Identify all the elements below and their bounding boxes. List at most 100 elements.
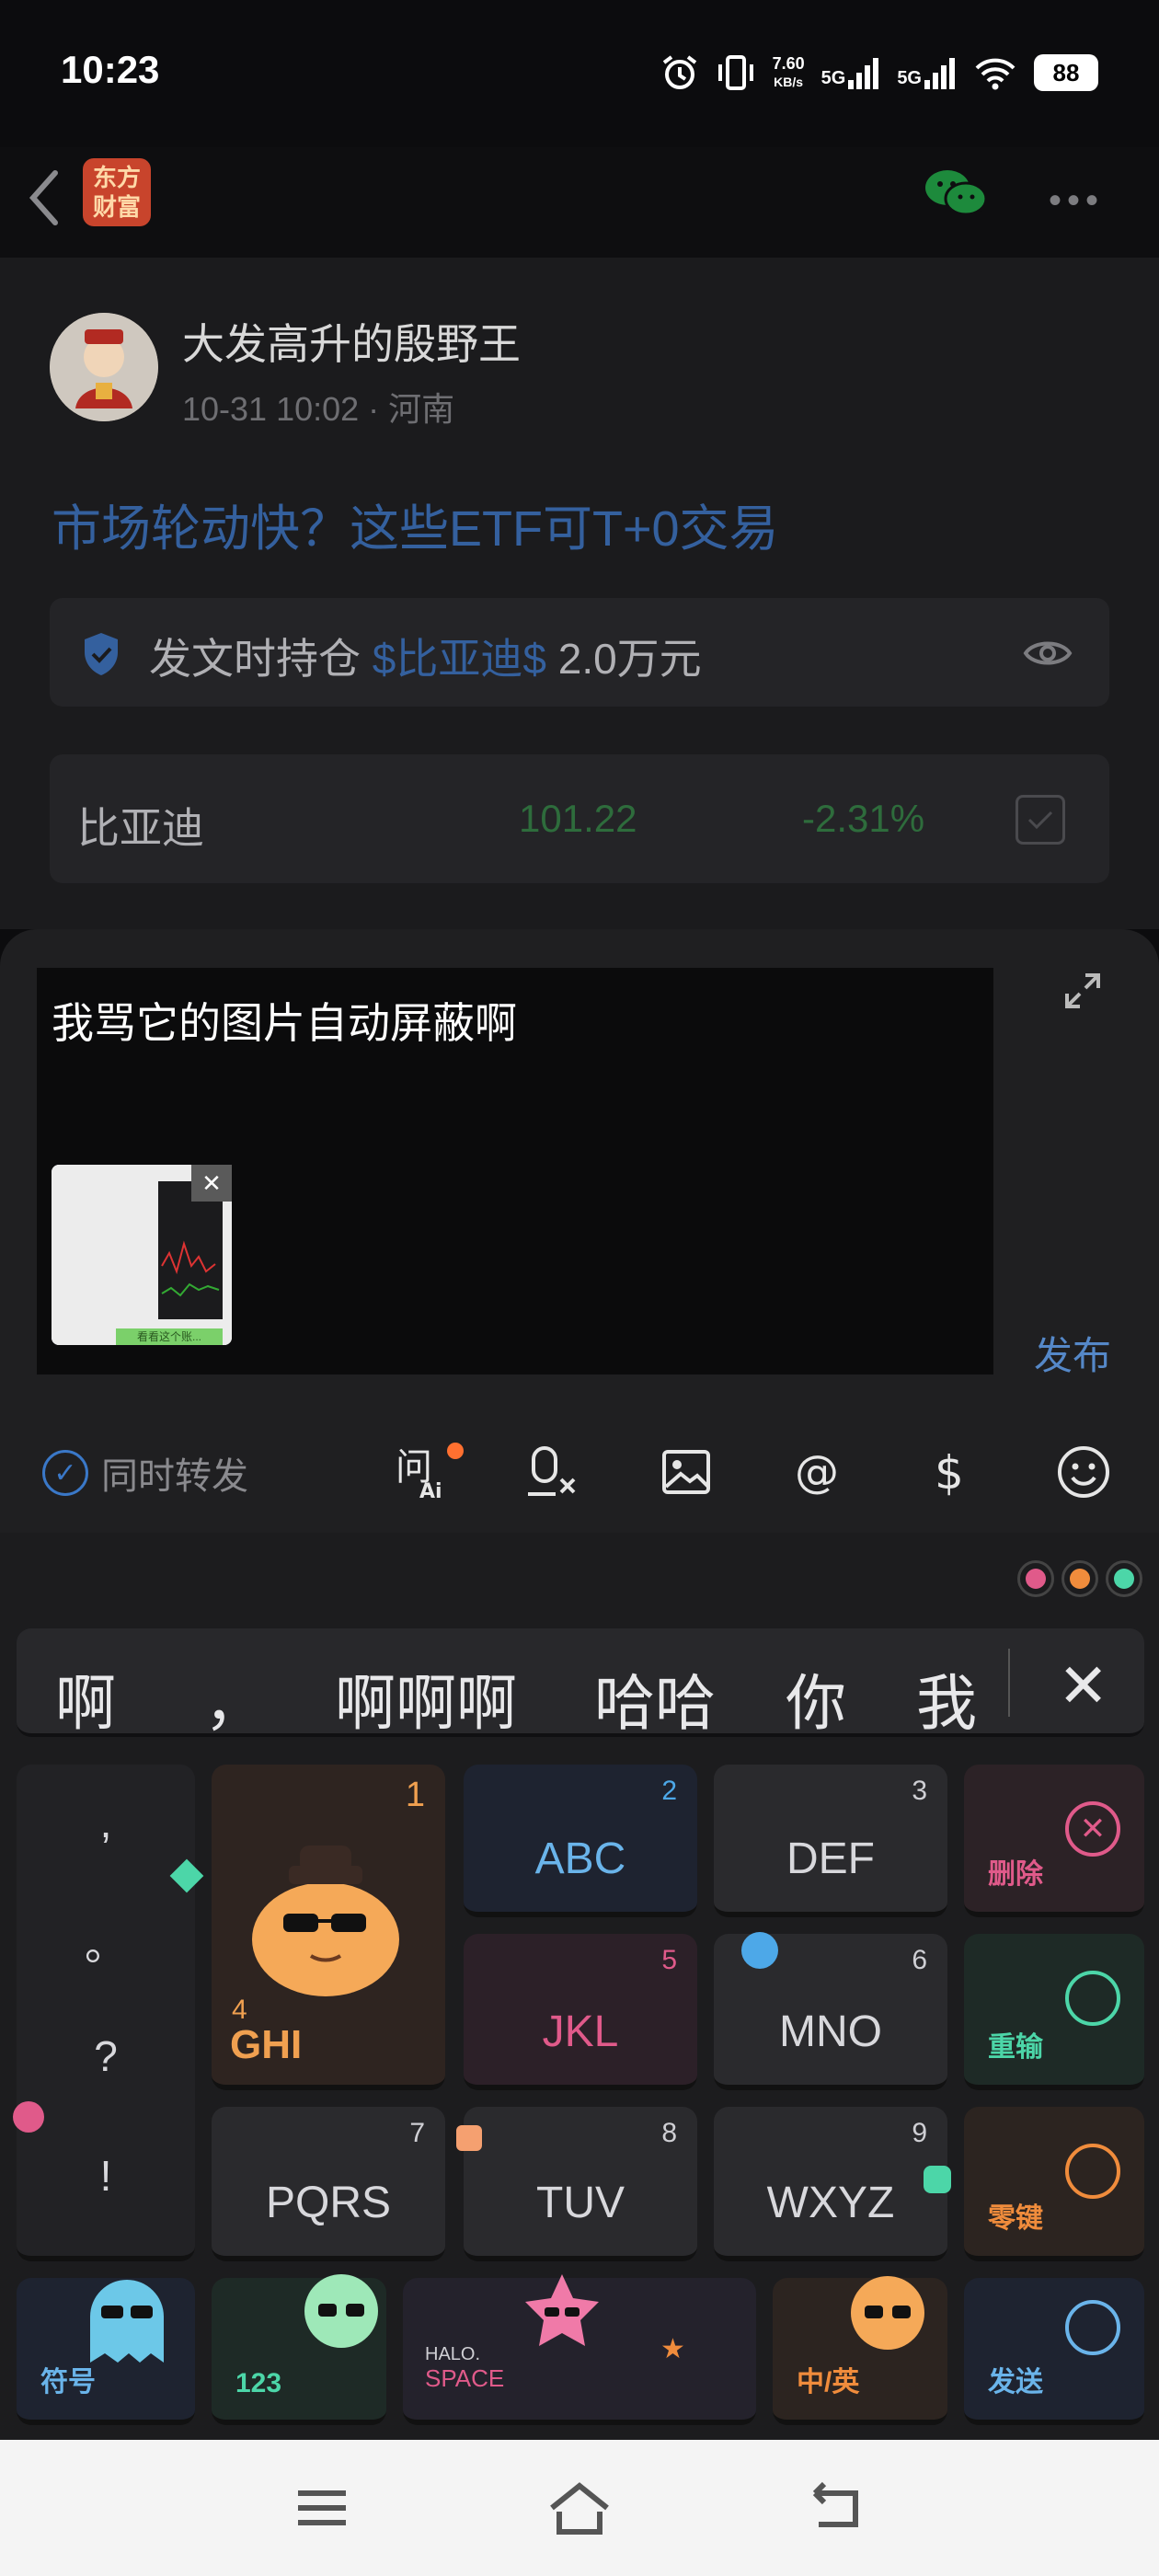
holding-text: 发文时持仓 $比亚迪$ 2.0万元	[149, 626, 702, 686]
holding-stock-link[interactable]: $比亚迪$	[373, 635, 546, 683]
menu-icon[interactable]	[285, 2475, 359, 2541]
candidate-word[interactable]: 啊	[55, 1654, 116, 1742]
delete-label: 删除	[988, 1859, 1043, 1890]
send-key[interactable]: 发送	[964, 2278, 1144, 2425]
vibrate-icon	[717, 55, 753, 90]
forward-label: 同时转发	[101, 1456, 248, 1497]
candidate-word[interactable]: 哈哈	[594, 1654, 716, 1742]
alarm-icon	[662, 55, 696, 89]
remove-image-button[interactable]: ✕	[191, 1165, 232, 1202]
wechat-share-icon[interactable]	[924, 167, 988, 219]
avatar[interactable]	[50, 313, 158, 421]
wifi-icon	[975, 58, 1016, 90]
key-4-label: GHI	[230, 2022, 303, 2067]
emoji-icon[interactable]	[1054, 1443, 1113, 1501]
keyboard-theme-dots[interactable]	[1017, 1560, 1142, 1597]
app-logo: 东方 财富	[83, 158, 151, 226]
key-3-def[interactable]: 3 DEF	[714, 1765, 947, 1917]
stock-change: -2.31%	[802, 797, 925, 840]
back-arrow-icon[interactable]	[22, 166, 68, 230]
space-key[interactable]: HALO. SPACE ★	[403, 2274, 756, 2425]
delete-icon: ✕	[1065, 1801, 1120, 1857]
check-icon	[1027, 811, 1053, 830]
language-label: 中/英	[797, 2367, 860, 2398]
candidate-word[interactable]: 我	[916, 1654, 977, 1742]
zero-key[interactable]: 零键	[964, 2107, 1144, 2261]
net-speed-unit: KB/s	[774, 75, 804, 89]
number-key[interactable]: 123	[212, 2274, 386, 2425]
key-5-jkl[interactable]: 5 JKL	[464, 1934, 697, 2090]
key-4-number: 4	[232, 1995, 247, 2025]
theme-dot-teal[interactable]	[1106, 1560, 1142, 1597]
punct-comma[interactable]: ,	[17, 1798, 195, 1847]
punct-period[interactable]: 。	[17, 1912, 195, 1972]
expand-icon[interactable]	[1060, 968, 1106, 1014]
home-icon[interactable]	[543, 2475, 616, 2541]
key-7-pqrs[interactable]: 7 PQRS	[212, 2107, 445, 2261]
svg-text:$: $	[935, 1446, 964, 1500]
key-6-label: MNO	[779, 2007, 882, 2056]
key-8-label: TUV	[536, 2179, 625, 2227]
net-speed-value: 7.60	[772, 54, 805, 73]
ghost-mascot-icon	[252, 1846, 399, 1996]
language-switch-key[interactable]: 中/英	[773, 2276, 947, 2425]
back-icon[interactable]	[800, 2475, 874, 2541]
punct-exclaim[interactable]: !	[17, 2151, 195, 2201]
green-ghost-icon	[304, 2274, 378, 2348]
blue-ghost-icon	[90, 2280, 164, 2363]
add-watchlist-checkbox[interactable]	[1016, 795, 1065, 845]
zero-icon	[1065, 2144, 1120, 2199]
candidate-word[interactable]: 你	[786, 1654, 846, 1742]
send-label: 发送	[988, 2367, 1043, 2398]
image-icon[interactable]	[657, 1443, 716, 1501]
candidate-word[interactable]: ，	[204, 1654, 265, 1742]
voice-input-icon[interactable]	[524, 1443, 583, 1501]
signal-bars-icon	[848, 58, 879, 89]
key-1-ghi[interactable]: 1 4 GHI	[212, 1765, 445, 2090]
symbol-key[interactable]: 符号	[17, 2278, 195, 2425]
stock-name: 比亚迪	[77, 804, 204, 852]
holding-prefix: 发文时持仓	[149, 635, 373, 683]
key-9-wxyz[interactable]: 9 WXYZ	[714, 2107, 947, 2261]
theme-dot-pink[interactable]	[1017, 1560, 1054, 1597]
thumbnail-caption: 看看这个账...	[136, 1330, 201, 1343]
key-2-abc[interactable]: 2 ABC	[464, 1765, 697, 1917]
logo-line-2: 财富	[92, 193, 141, 221]
key-8-tuv[interactable]: 8 TUV	[464, 2107, 697, 2261]
space-label-line-2: SPACE	[425, 2364, 505, 2392]
punct-question[interactable]: ?	[17, 2031, 195, 2081]
author-name[interactable]: 大发高升的殷野王	[182, 311, 521, 372]
send-icon	[1065, 2300, 1120, 2355]
more-options-icon[interactable]: •••	[1049, 180, 1104, 222]
symbol-label: 符号	[40, 2367, 96, 2398]
punctuation-column[interactable]: , 。 ? !	[17, 1765, 195, 2261]
comment-text: 我骂它的图片自动屏蔽啊	[52, 999, 517, 1047]
also-forward-toggle[interactable]: ✓ 同时转发	[42, 1446, 248, 1500]
key-5-number: 5	[661, 1945, 677, 1975]
close-candidates-button[interactable]: ✕	[1058, 1650, 1108, 1721]
mention-icon[interactable]: @	[789, 1443, 848, 1501]
post-meta: 10-31 10:02 · 河南	[182, 390, 455, 428]
key-7-number: 7	[409, 2118, 425, 2148]
decor-star	[924, 2166, 951, 2193]
eye-icon[interactable]	[1023, 635, 1073, 672]
publish-button[interactable]: 发布	[1034, 1325, 1111, 1381]
key-7-label: PQRS	[265, 2179, 392, 2227]
candidate-word[interactable]: 啊啊啊	[335, 1654, 517, 1742]
decor-ball	[741, 1932, 778, 1969]
key-3-label: DEF	[786, 1834, 875, 1883]
svg-text:@: @	[795, 1446, 839, 1498]
post-title[interactable]: 市场轮动快？这些ETF可T+0交易	[52, 488, 779, 560]
theme-dot-orange[interactable]	[1061, 1560, 1098, 1597]
reenter-key[interactable]: 重输	[964, 1934, 1144, 2090]
star-mascot-icon	[525, 2274, 599, 2346]
zero-label: 零键	[988, 2203, 1043, 2234]
delete-key[interactable]: ✕ 删除	[964, 1765, 1144, 1917]
candidate-separator	[1008, 1649, 1010, 1717]
signal-1-label: 5G	[820, 68, 846, 88]
ask-ai-icon[interactable]: 问Ai	[392, 1443, 451, 1501]
net-speed: 7.60 KB/s	[773, 54, 805, 91]
reenter-label: 重输	[988, 2032, 1043, 2063]
signal-1: 5G	[821, 56, 881, 89]
stock-symbol-icon[interactable]: $	[922, 1443, 981, 1501]
